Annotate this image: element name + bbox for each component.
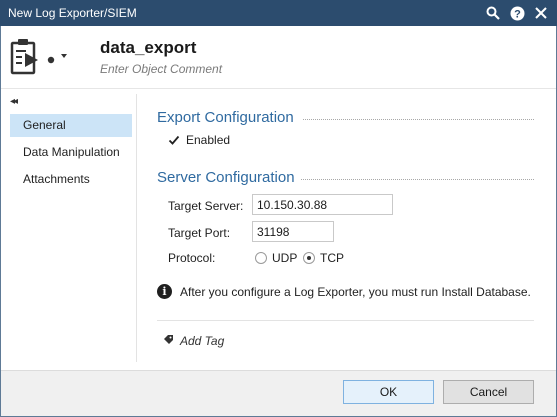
cancel-button[interactable]: Cancel — [443, 380, 534, 404]
sidebar-item-attachments[interactable]: Attachments — [10, 168, 132, 195]
protocol-tcp-label: TCP — [320, 251, 344, 265]
target-port-input[interactable] — [252, 221, 334, 242]
sidebar-divider — [136, 94, 137, 362]
window-title: New Log Exporter/SIEM — [8, 6, 137, 20]
tags-divider — [157, 320, 534, 321]
info-icon: i — [157, 284, 172, 299]
protocol-tcp-radio[interactable]: TCP — [303, 251, 344, 265]
collapse-sidebar-icon[interactable]: ◂◂ — [10, 96, 18, 107]
object-name[interactable]: data_export — [100, 38, 196, 58]
header-divider — [1, 88, 556, 89]
tag-icon — [163, 334, 174, 348]
log-exporter-icon[interactable] — [10, 37, 67, 77]
enabled-label: Enabled — [186, 133, 231, 147]
add-tag-label: Add Tag — [180, 334, 225, 348]
svg-text:?: ? — [514, 8, 521, 20]
target-server-label: Target Server: — [168, 199, 244, 213]
title-bar: New Log Exporter/SIEM ? — [0, 0, 557, 26]
protocol-udp-label: UDP — [272, 251, 298, 265]
sidebar-item-general[interactable]: General — [10, 114, 132, 137]
section-divider — [303, 119, 534, 120]
info-text: After you configure a Log Exporter, you … — [180, 284, 531, 299]
protocol-label: Protocol: — [168, 251, 216, 265]
export-configuration-title: Export Configuration — [157, 109, 294, 126]
sidebar-nav: General Data Manipulation Attachments — [10, 114, 132, 195]
section-divider — [301, 179, 534, 180]
close-icon[interactable] — [532, 4, 550, 22]
sidebar-item-data-manipulation[interactable]: Data Manipulation — [10, 141, 132, 168]
target-port-label: Target Port: — [168, 226, 231, 240]
enabled-checkbox[interactable]: Enabled — [168, 133, 230, 147]
object-comment-field[interactable]: Enter Object Comment — [100, 62, 222, 76]
help-icon[interactable]: ? — [508, 4, 526, 22]
radio-udp[interactable] — [255, 252, 267, 264]
server-configuration-title: Server Configuration — [157, 169, 295, 186]
search-icon[interactable] — [484, 4, 502, 22]
add-tag-link[interactable]: Add Tag — [163, 334, 224, 348]
info-message: i After you configure a Log Exporter, yo… — [157, 284, 531, 299]
checkmark-icon[interactable] — [168, 134, 180, 146]
target-server-input[interactable] — [252, 194, 393, 215]
protocol-udp-radio[interactable]: UDP — [255, 251, 297, 265]
ok-button[interactable]: OK — [343, 380, 434, 404]
radio-tcp[interactable] — [303, 252, 315, 264]
